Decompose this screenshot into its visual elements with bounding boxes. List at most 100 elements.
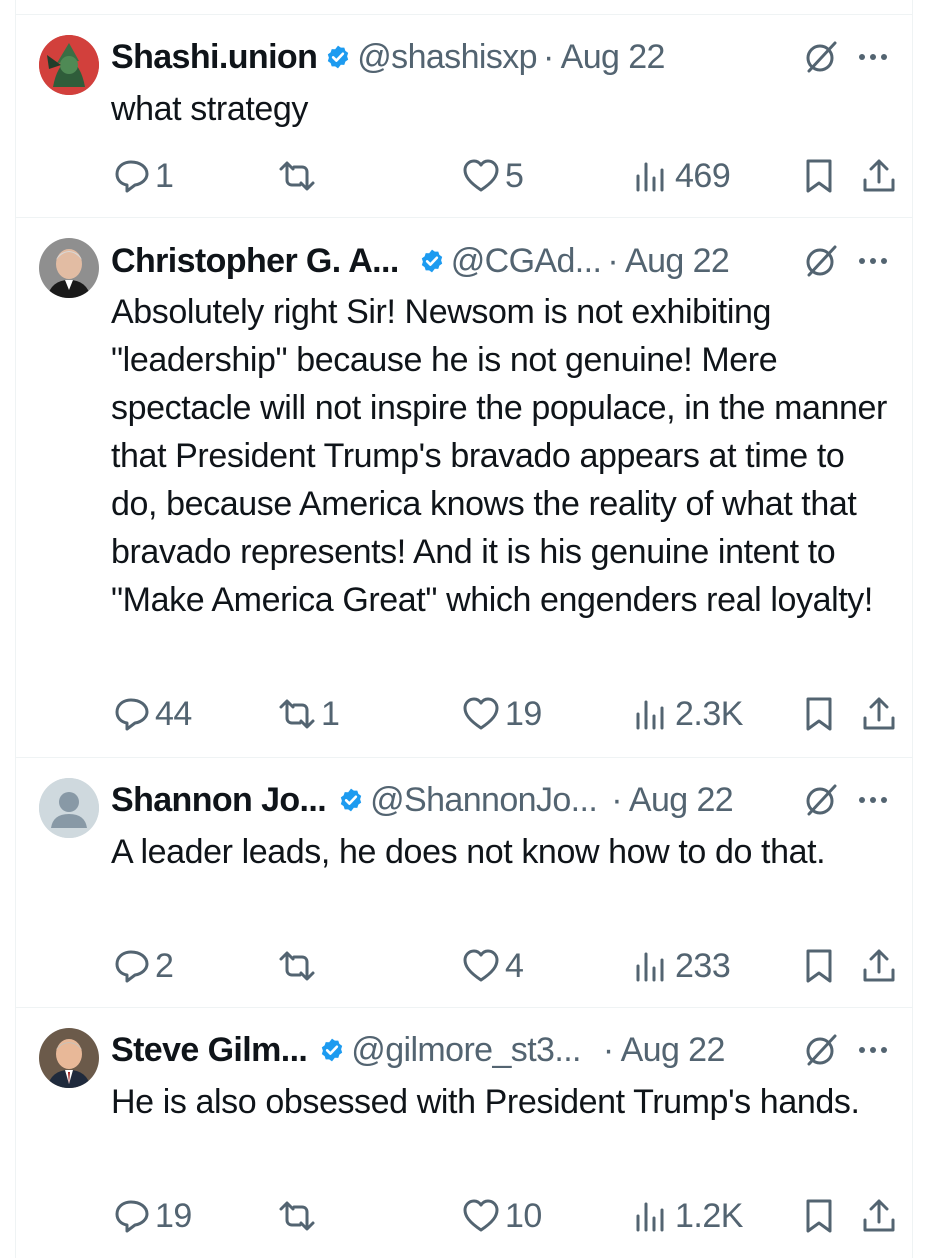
share-icon <box>863 949 895 982</box>
like-button[interactable]: 19 <box>461 690 542 738</box>
more-options-icon[interactable] <box>853 780 893 820</box>
like-button[interactable]: 10 <box>461 1192 542 1240</box>
share-button[interactable] <box>859 152 899 200</box>
views-icon <box>636 1202 664 1232</box>
avatar-image <box>39 238 99 298</box>
repost-button[interactable] <box>277 1192 321 1240</box>
repost-icon <box>279 951 315 981</box>
repost-button[interactable]: 1 <box>277 690 340 738</box>
timestamp[interactable]: · Aug 22 <box>607 242 729 281</box>
bookmark-icon <box>806 159 832 193</box>
verified-badge-icon <box>340 788 362 812</box>
reply-button[interactable]: 1 <box>111 152 174 200</box>
author-name[interactable]: Steve Gilm... <box>111 1031 308 1070</box>
heart-icon <box>463 697 499 730</box>
bookmark-button[interactable] <box>799 942 839 990</box>
more-options-icon[interactable] <box>853 1030 893 1070</box>
repost-icon <box>279 161 315 191</box>
repost-button[interactable] <box>277 152 321 200</box>
views-button[interactable]: 2.3K <box>631 690 743 738</box>
like-count: 5 <box>505 156 524 195</box>
avatar-image <box>39 1028 99 1088</box>
timestamp[interactable]: · Aug 22 <box>543 38 665 77</box>
share-icon <box>863 1199 895 1232</box>
like-button[interactable]: 5 <box>461 152 524 200</box>
views-count: 233 <box>675 946 731 985</box>
author-handle[interactable]: @gilmore_st3... <box>351 1031 581 1070</box>
reply-count: 44 <box>155 694 192 733</box>
author-name[interactable]: Christopher G. A... <box>111 242 399 281</box>
avatar[interactable] <box>39 1028 99 1088</box>
like-count: 10 <box>505 1196 542 1235</box>
like-button[interactable]: 4 <box>461 942 524 990</box>
reply-button[interactable]: 44 <box>111 690 192 738</box>
grok-icon[interactable] <box>801 780 841 820</box>
views-count: 1.2K <box>675 1196 743 1235</box>
grok-icon[interactable] <box>801 1030 841 1070</box>
repost-icon <box>279 1201 315 1231</box>
more-options-icon[interactable] <box>853 37 893 77</box>
verified-badge-icon <box>421 249 442 273</box>
reply-icon <box>115 950 149 983</box>
heart-icon <box>463 949 499 982</box>
author-handle[interactable]: @ShannonJo... <box>370 781 598 820</box>
heart-icon <box>463 1199 499 1232</box>
author-name[interactable]: Shannon Jo... <box>111 781 327 820</box>
reply-icon <box>115 160 149 193</box>
repost-count: 1 <box>321 694 340 733</box>
like-count: 19 <box>505 694 542 733</box>
views-count: 469 <box>675 156 731 195</box>
grok-icon[interactable] <box>801 241 841 281</box>
author-name[interactable]: Shashi.union <box>111 38 318 77</box>
bookmark-button[interactable] <box>799 1192 839 1240</box>
verified-badge-icon <box>328 45 349 69</box>
share-icon <box>863 159 895 192</box>
reply-tweet[interactable]: Steve Gilm... @gilmore_st3... · Aug 22 H… <box>15 1008 913 1258</box>
views-icon <box>636 700 664 730</box>
bookmark-icon <box>806 949 832 983</box>
reply-tweet[interactable]: Shannon Jo... @ShannonJo... · Aug 22 A l… <box>15 758 913 1008</box>
timestamp[interactable]: · Aug 22 <box>611 781 733 820</box>
views-button[interactable]: 1.2K <box>631 1192 743 1240</box>
tweet-text: what strategy <box>111 90 309 128</box>
bookmark-icon <box>806 697 832 731</box>
timestamp[interactable]: · Aug 22 <box>603 1031 725 1070</box>
views-button[interactable]: 469 <box>631 152 731 200</box>
repost-icon <box>279 699 315 729</box>
tweet-text: Absolutely right Sir! Newsom is not exhi… <box>111 293 887 619</box>
reply-count: 19 <box>155 1196 192 1235</box>
views-count: 2.3K <box>675 694 743 733</box>
avatar[interactable] <box>39 778 99 838</box>
avatar[interactable] <box>39 238 99 298</box>
share-button[interactable] <box>859 942 899 990</box>
bookmark-icon <box>806 1199 832 1233</box>
author-handle[interactable]: @CGAd... <box>451 242 602 281</box>
grok-icon[interactable] <box>801 37 841 77</box>
share-icon <box>863 697 895 730</box>
like-count: 4 <box>505 946 524 985</box>
views-icon <box>636 952 664 982</box>
repost-button[interactable] <box>277 942 321 990</box>
share-button[interactable] <box>859 690 899 738</box>
share-button[interactable] <box>859 1192 899 1240</box>
reply-button[interactable]: 19 <box>111 1192 192 1240</box>
default-avatar-icon <box>39 778 99 838</box>
tweet-text: A leader leads, he does not know how to … <box>111 833 826 871</box>
bookmark-button[interactable] <box>799 152 839 200</box>
reply-count: 1 <box>155 156 174 195</box>
bookmark-button[interactable] <box>799 690 839 738</box>
reply-icon <box>115 698 149 731</box>
views-button[interactable]: 233 <box>631 942 731 990</box>
reply-tweet[interactable]: Shashi.union @shashisxp · Aug 22 what st… <box>15 15 913 218</box>
reply-icon <box>115 1200 149 1233</box>
avatar[interactable] <box>39 35 99 95</box>
reply-count: 2 <box>155 946 174 985</box>
author-handle[interactable]: @shashisxp <box>357 38 537 77</box>
tweet-text: He is also obsessed with President Trump… <box>111 1083 860 1121</box>
more-options-icon[interactable] <box>853 241 893 281</box>
views-icon <box>636 162 664 192</box>
heart-icon <box>463 159 499 192</box>
reply-button[interactable]: 2 <box>111 942 174 990</box>
reply-tweet[interactable]: Christopher G. A... @CGAd... · Aug 22 Ab… <box>15 218 913 758</box>
verified-badge-icon <box>322 1038 343 1062</box>
